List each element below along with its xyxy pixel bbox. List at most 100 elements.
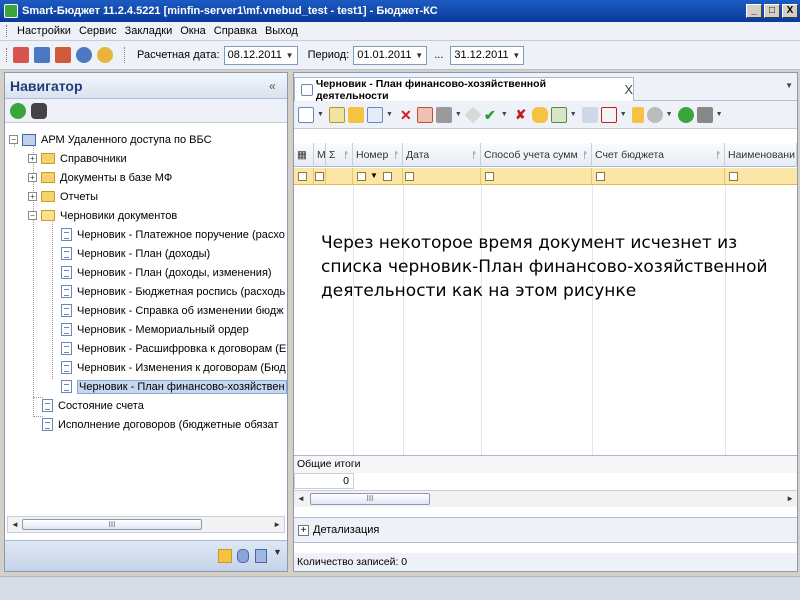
menu-bookmarks[interactable]: Закладки — [121, 25, 177, 37]
calendar-icon[interactable] — [55, 47, 71, 63]
filter-date-box[interactable] — [405, 172, 414, 181]
delete-icon[interactable]: ✕ — [398, 107, 414, 123]
filter-account-box[interactable] — [596, 172, 605, 181]
menu-windows[interactable]: Окна — [176, 25, 210, 37]
collapse-toggle-icon[interactable]: − — [9, 135, 18, 144]
tree-item-draft-plan-income-changes[interactable]: Черновик - План (доходы, изменения) — [61, 263, 272, 282]
tools-icon[interactable] — [696, 106, 713, 123]
tree-item-arm[interactable]: − АРМ Удаленного доступа по ВБС — [9, 130, 212, 149]
print-icon[interactable] — [435, 106, 452, 123]
refresh-icon[interactable] — [677, 106, 694, 123]
sign-icon[interactable] — [550, 106, 567, 123]
grid-hscrollbar[interactable]: ◄ III ► — [294, 490, 797, 507]
chevron-down-icon[interactable]: ▼ — [412, 47, 426, 64]
filter-clear-icon[interactable] — [383, 172, 392, 181]
export-icon[interactable] — [416, 106, 433, 123]
uncheck-icon[interactable]: ✘ — [513, 107, 529, 123]
chevron-down-icon[interactable]: ▼ — [785, 81, 793, 90]
folder-icon[interactable] — [218, 549, 232, 563]
scroll-right-icon[interactable]: ► — [786, 494, 794, 503]
pin-icon[interactable]: ᚠ — [344, 150, 349, 160]
tree-item-draft-budget-schedule[interactable]: Черновик - Бюджетная роспись (расходь — [61, 282, 285, 301]
filter-m-box[interactable] — [315, 172, 324, 181]
refresh-icon[interactable] — [10, 102, 26, 119]
tree-item-drafts[interactable]: − Черновики документов — [28, 206, 177, 225]
tree-item-draft-fhd-plan[interactable]: Черновик - План финансово-хозяйствен — [61, 377, 287, 396]
chevron-down-icon[interactable]: ▼ — [283, 47, 297, 64]
column-chooser-icon[interactable]: ▦ — [294, 143, 314, 167]
expand-toggle-icon[interactable]: + — [28, 154, 37, 163]
eraser-icon[interactable] — [464, 106, 482, 123]
pin-icon[interactable]: ᚠ — [583, 150, 588, 160]
clone-icon[interactable] — [366, 106, 383, 123]
minimize-button[interactable]: _ — [746, 4, 762, 18]
scroll-right-icon[interactable]: ► — [273, 520, 281, 529]
database-icon[interactable] — [237, 549, 249, 563]
tree-item-directories[interactable]: + Справочники — [28, 149, 127, 168]
tree-item-draft-payment[interactable]: Черновик - Платежное поручение (расхо — [61, 225, 285, 244]
hand-icon[interactable] — [531, 106, 548, 123]
column-sum[interactable]: Σᚠ — [326, 143, 353, 167]
tree-item-mf-documents[interactable]: + Документы в базе МФ — [28, 168, 172, 187]
maximize-button[interactable]: □ — [764, 4, 780, 18]
period-from-combo[interactable]: 01.01.2011 ▼ — [353, 45, 428, 65]
edit-icon[interactable] — [328, 106, 345, 123]
chevron-down-icon[interactable]: ▼ — [509, 47, 523, 64]
tree-item-draft-contract-changes[interactable]: Черновик - Изменения к договорам (Бюд — [61, 358, 286, 377]
tree-item-contract-execution[interactable]: Исполнение договоров (бюджетные обязат — [42, 415, 278, 434]
pin-icon[interactable]: ᚠ — [472, 150, 477, 160]
copy-icon[interactable] — [347, 106, 364, 123]
collapse-toggle-icon[interactable]: − — [28, 211, 37, 220]
column-budget-account[interactable]: Счет бюджета ᚠ — [592, 143, 725, 167]
tab-draft-fhd-plan[interactable]: Черновик - План финансово-хозяйственной … — [294, 77, 634, 102]
chevron-down-icon[interactable]: ▼ — [273, 547, 282, 557]
pin-icon[interactable]: ᚠ — [394, 150, 399, 160]
tree-item-reports[interactable]: + Отчеты — [28, 187, 98, 206]
book-icon[interactable] — [34, 47, 50, 63]
filter-icon[interactable] — [631, 106, 644, 123]
tree-item-draft-memorial-order[interactable]: Черновик - Мемориальный ордер — [61, 320, 249, 339]
report-icon[interactable] — [13, 47, 29, 63]
info-icon[interactable] — [76, 47, 92, 63]
menu-help[interactable]: Справка — [210, 25, 261, 37]
column-number[interactable]: Номер ᚠ — [353, 143, 403, 167]
new-document-icon[interactable] — [298, 106, 314, 123]
flag-icon[interactable] — [600, 106, 617, 123]
column-date[interactable]: Дата ᚠ — [403, 143, 481, 167]
column-accounting-method[interactable]: Способ учета сумм ᚠ — [481, 143, 592, 167]
filter-method-box[interactable] — [485, 172, 494, 181]
detail-bar[interactable]: + Детализация — [294, 517, 797, 543]
period-to-combo[interactable]: 31.12.2011 ▼ — [450, 45, 525, 65]
menu-service[interactable]: Сервис — [75, 25, 121, 37]
filter-number-box[interactable] — [357, 172, 366, 181]
check-icon[interactable]: ✔ — [482, 107, 498, 123]
expand-toggle-icon[interactable]: + — [28, 173, 37, 182]
calc-date-combo[interactable]: 08.12.2011 ▼ — [223, 45, 298, 65]
filter-clear-icon[interactable] — [298, 172, 307, 181]
tree-item-draft-plan-income[interactable]: Черновик - План (доходы) — [61, 244, 210, 263]
users-icon[interactable] — [97, 47, 113, 63]
tree-item-account-status[interactable]: Состояние счета — [42, 396, 144, 415]
scroll-left-icon[interactable]: ◄ — [11, 520, 19, 529]
scroll-thumb[interactable]: III — [310, 493, 430, 505]
expand-toggle-icon[interactable]: + — [28, 192, 37, 201]
menu-exit[interactable]: Выход — [261, 25, 302, 37]
tree-item-draft-budget-change[interactable]: Черновик - Справка об изменении бюдж — [61, 301, 284, 320]
expand-toggle-icon[interactable]: + — [298, 524, 309, 536]
close-icon[interactable]: X — [624, 82, 633, 97]
close-button[interactable]: X — [782, 4, 798, 18]
menu-settings[interactable]: Настройки — [13, 25, 75, 37]
attach-icon[interactable] — [581, 106, 598, 123]
navigator-hscrollbar[interactable]: ◄ III ► — [7, 516, 285, 533]
scroll-left-icon[interactable]: ◄ — [297, 494, 305, 503]
collapse-icon[interactable]: « — [269, 79, 287, 93]
filter-name-box[interactable] — [729, 172, 738, 181]
chevron-down-icon[interactable]: ▼ — [370, 171, 378, 180]
scroll-thumb[interactable]: III — [22, 519, 202, 530]
pin-icon[interactable]: ᚠ — [716, 150, 721, 160]
tree-item-draft-contract-breakdown[interactable]: Черновик - Расшифровка к договорам (Е — [61, 339, 286, 358]
column-m[interactable]: М — [314, 143, 326, 167]
list-icon[interactable] — [255, 549, 267, 563]
binoculars-icon[interactable] — [31, 102, 47, 119]
column-name[interactable]: Наименовани — [725, 143, 797, 167]
